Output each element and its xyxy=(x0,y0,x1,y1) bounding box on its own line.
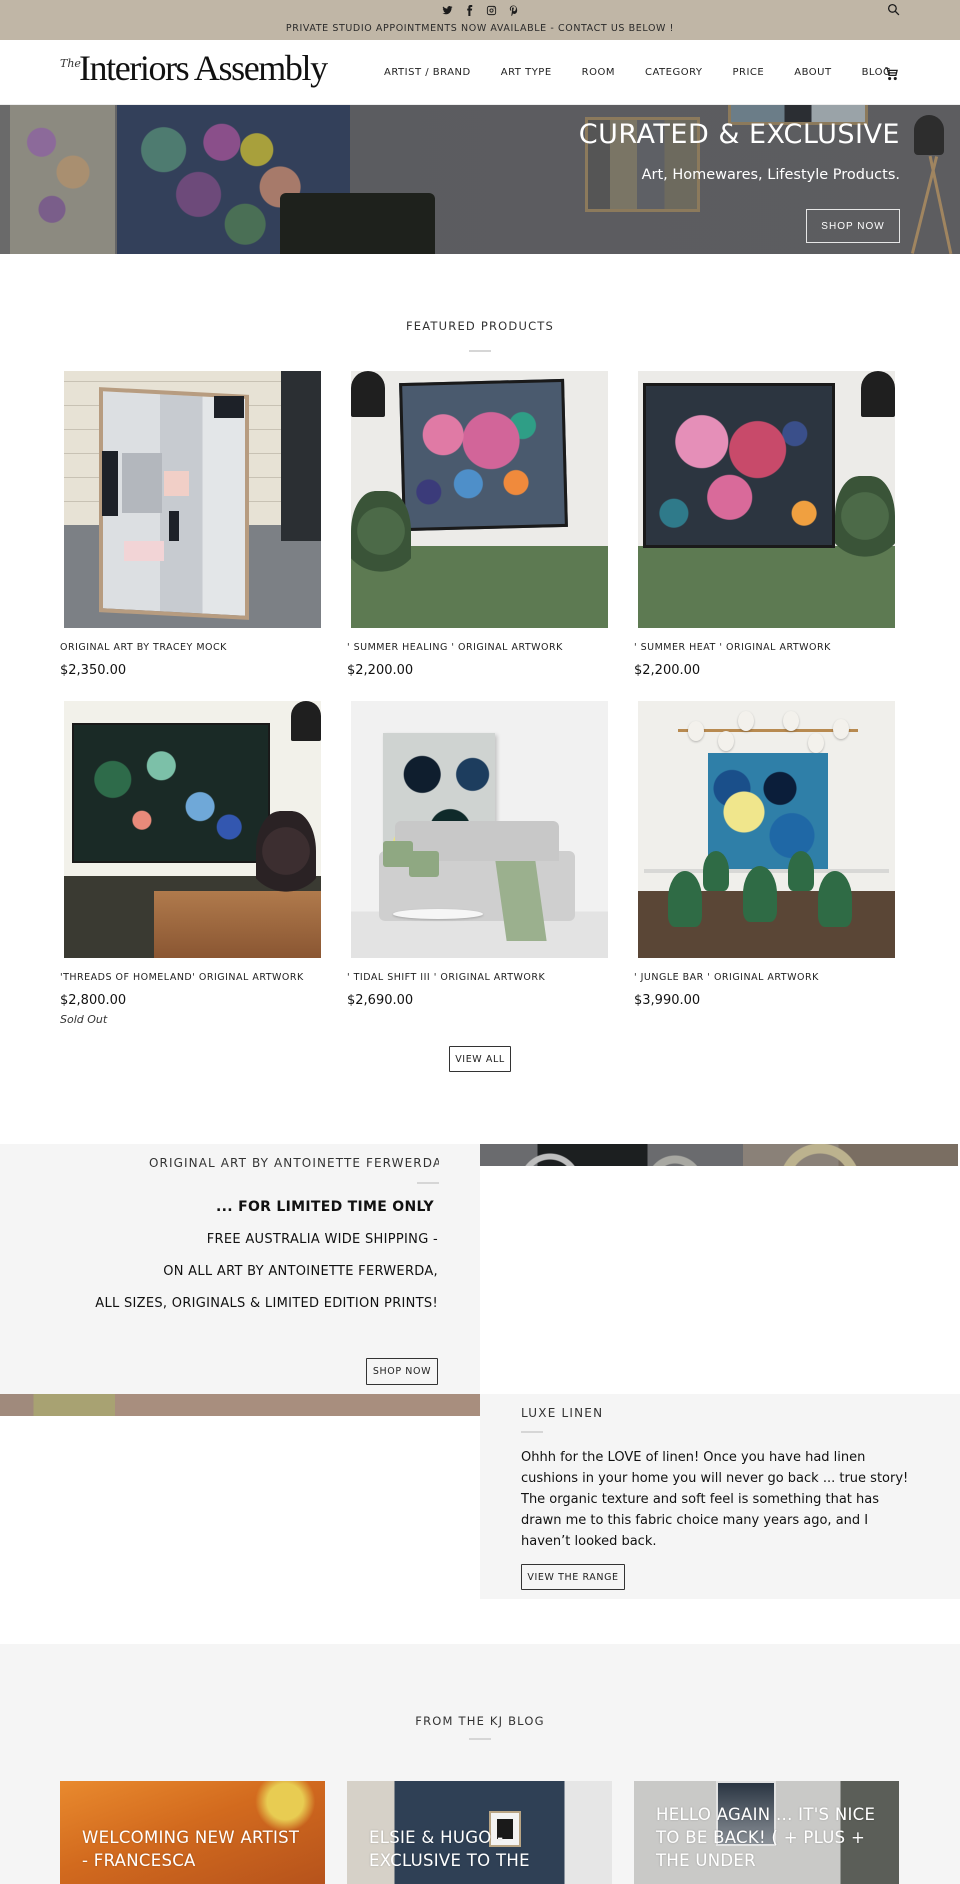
linen-button-wrapper: VIEW THE RANGE xyxy=(521,1564,625,1590)
cart-icon[interactable] xyxy=(884,66,900,82)
title-divider xyxy=(469,350,491,352)
product-price: $2,350.00 xyxy=(60,663,127,678)
main-nav: ARTIST / BRAND ART TYPE ROOM CATEGORY PR… xyxy=(384,40,921,105)
nav-about[interactable]: ABOUT xyxy=(794,67,831,78)
nav-art-type[interactable]: ART TYPE xyxy=(501,67,552,78)
blog-post-card[interactable]: HELLO AGAIN ... IT'S NICE TO BE BACK! ( … xyxy=(634,1781,899,1884)
title-divider xyxy=(417,1182,439,1184)
promo-line: FREE AUSTRALIA WIDE SHIPPING - xyxy=(206,1232,438,1247)
title-divider xyxy=(469,1738,491,1740)
section-title: FROM THE KJ BLOG xyxy=(415,1714,545,1728)
nav-artist-brand[interactable]: ARTIST / BRAND xyxy=(384,67,471,78)
product-image[interactable] xyxy=(351,701,608,958)
product-image[interactable] xyxy=(351,371,608,628)
promo-image[interactable] xyxy=(480,1144,958,1166)
promo-eyebrow: ORIGINAL ART BY ANTOINETTE FERWERDA xyxy=(149,1156,439,1170)
view-all-button[interactable]: VIEW ALL xyxy=(449,1046,511,1072)
hero-subtitle: Art, Homewares, Lifestyle Products. xyxy=(641,167,900,183)
blog-post-title[interactable]: HELLO AGAIN ... IT'S NICE TO BE BACK! ( … xyxy=(656,1803,876,1872)
product-price: $2,200.00 xyxy=(347,663,414,678)
linen-text-panel: LUXE LINEN Ohhh for the LOVE of linen! O… xyxy=(480,1394,960,1599)
product-card[interactable]: 'THREADS OF HOMELAND' ORIGINAL ARTWORK $… xyxy=(60,701,324,1026)
product-name[interactable]: ' SUMMER HEALING ' ORIGINAL ARTWORK xyxy=(347,642,611,653)
product-card[interactable]: ORIGINAL ART BY TRACEY MOCK $2,350.00 xyxy=(60,371,324,678)
product-price: $2,800.00 xyxy=(60,993,127,1008)
product-name[interactable]: ORIGINAL ART BY TRACEY MOCK xyxy=(60,642,324,653)
instagram-icon[interactable] xyxy=(485,4,497,16)
product-price: $3,990.00 xyxy=(634,993,701,1008)
logo-prefix: The xyxy=(60,57,81,70)
title-divider xyxy=(521,1431,543,1433)
section-title: FEATURED PRODUCTS xyxy=(405,319,555,333)
hero-shop-now-button[interactable]: SHOP NOW xyxy=(806,209,900,243)
product-name[interactable]: ' TIDAL SHIFT III ' ORIGINAL ARTWORK xyxy=(347,972,611,983)
hero-image-lamp-leg xyxy=(910,156,939,254)
blog-post-title[interactable]: ELSIE & HUGO - EXCLUSIVE TO THE xyxy=(369,1826,589,1872)
promo-line: ON ALL ART BY ANTOINETTE FERWERDA, xyxy=(163,1264,438,1279)
promo-line: ALL SIZES, ORIGINALS & LIMITED EDITION P… xyxy=(95,1296,438,1311)
facebook-icon[interactable] xyxy=(463,4,475,16)
nav-category[interactable]: CATEGORY xyxy=(645,67,703,78)
social-links xyxy=(0,4,960,18)
twitter-icon[interactable] xyxy=(441,4,453,16)
blog-post-card[interactable]: ELSIE & HUGO - EXCLUSIVE TO THE xyxy=(347,1781,612,1884)
spacer xyxy=(0,1599,960,1644)
logo-text: Interiors Assembly xyxy=(78,48,328,88)
promo-line: ... FOR LIMITED TIME ONLY xyxy=(216,1199,434,1215)
announcement-text[interactable]: PRIVATE STUDIO APPOINTMENTS NOW AVAILABL… xyxy=(0,23,960,34)
product-card[interactable]: ' JUNGLE BAR ' ORIGINAL ARTWORK $3,990.0… xyxy=(634,701,898,1008)
announcement-bar: PRIVATE STUDIO APPOINTMENTS NOW AVAILABL… xyxy=(0,0,960,40)
product-image[interactable] xyxy=(64,701,321,958)
promo-image-panel xyxy=(480,1144,960,1394)
hero-image-lamp xyxy=(914,115,944,155)
blog-section: FROM THE KJ BLOG WELCOMING NEW ARTIST - … xyxy=(0,1644,960,1884)
hero-image-chair xyxy=(280,193,435,254)
product-image[interactable] xyxy=(64,371,321,628)
sold-out-badge: Sold Out xyxy=(60,1013,108,1026)
linen-section: LUXE LINEN Ohhh for the LOVE of linen! O… xyxy=(0,1394,960,1599)
view-the-range-button[interactable]: VIEW THE RANGE xyxy=(521,1564,625,1590)
hero-banner: CURATED & EXCLUSIVE Art, Homewares, Life… xyxy=(0,105,960,254)
product-image[interactable] xyxy=(638,701,895,958)
logo[interactable]: The Interiors Assembly xyxy=(60,48,328,88)
promo-button-wrapper: SHOP NOW xyxy=(366,1358,438,1385)
product-card[interactable]: ' TIDAL SHIFT III ' ORIGINAL ARTWORK $2,… xyxy=(347,701,611,1008)
product-price: $2,690.00 xyxy=(347,993,414,1008)
product-name[interactable]: ' SUMMER HEAT ' ORIGINAL ARTWORK xyxy=(634,642,898,653)
linen-image-panel xyxy=(0,1394,480,1599)
hero-image-artwork-left xyxy=(10,105,115,254)
featured-products-section: FEATURED PRODUCTS ORIGINAL ART BY TRACEY… xyxy=(0,254,960,1144)
pinterest-icon[interactable] xyxy=(507,4,519,16)
product-card[interactable]: ' SUMMER HEALING ' ORIGINAL ARTWORK $2,2… xyxy=(347,371,611,678)
nav-room[interactable]: ROOM xyxy=(582,67,615,78)
product-image[interactable] xyxy=(638,371,895,628)
promo-shop-now-button[interactable]: SHOP NOW xyxy=(366,1358,438,1385)
blog-post-card[interactable]: WELCOMING NEW ARTIST - FRANCESCA xyxy=(60,1781,325,1884)
product-price: $2,200.00 xyxy=(634,663,701,678)
search-icon[interactable] xyxy=(886,1,900,16)
site-header: The Interiors Assembly ARTIST / BRAND AR… xyxy=(0,40,960,105)
linen-eyebrow: LUXE LINEN xyxy=(521,1406,604,1420)
product-card[interactable]: ' SUMMER HEAT ' ORIGINAL ARTWORK $2,200.… xyxy=(634,371,898,678)
view-all-wrapper: VIEW ALL xyxy=(449,1046,511,1072)
promo-section: ORIGINAL ART BY ANTOINETTE FERWERDA ... … xyxy=(0,1144,960,1394)
nav-price[interactable]: PRICE xyxy=(733,67,765,78)
promo-text-panel: ORIGINAL ART BY ANTOINETTE FERWERDA ... … xyxy=(0,1144,480,1394)
linen-image[interactable] xyxy=(0,1394,480,1416)
linen-body: Ohhh for the LOVE of linen! Once you hav… xyxy=(521,1450,909,1549)
hero-title: CURATED & EXCLUSIVE xyxy=(578,119,900,150)
product-name[interactable]: 'THREADS OF HOMELAND' ORIGINAL ARTWORK xyxy=(60,972,324,983)
blog-post-title[interactable]: WELCOMING NEW ARTIST - FRANCESCA xyxy=(82,1826,302,1872)
product-name[interactable]: ' JUNGLE BAR ' ORIGINAL ARTWORK xyxy=(634,972,898,983)
